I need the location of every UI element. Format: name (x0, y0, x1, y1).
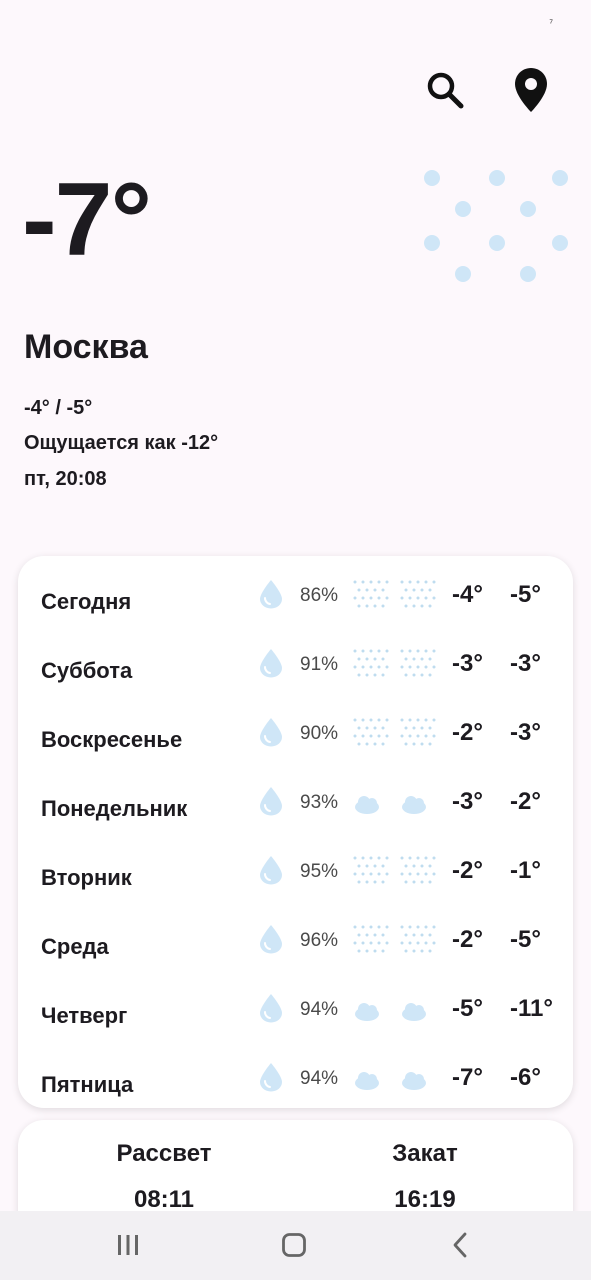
temp-range: -4° / -5° (24, 397, 93, 419)
forecast-day: Четверг (41, 1003, 128, 1028)
forecast-humidity: 94% (300, 999, 339, 1020)
forecast-low: -2° (510, 788, 541, 815)
system-nav-bar (0, 1211, 591, 1280)
back-icon (453, 1232, 467, 1258)
forecast-row[interactable]: Понедельник 93% -3° -2° (18, 773, 573, 821)
sunrise-block: Рассвет 08:11 (64, 1140, 264, 1214)
forecast-day: Суббота (41, 658, 133, 683)
snow-icon (353, 718, 389, 746)
forecast-high: -5° (452, 995, 483, 1022)
sunset-label: Закат (392, 1140, 458, 1167)
cloudy-night-icon (355, 792, 382, 814)
back-button[interactable] (430, 1220, 490, 1270)
forecast-day: Среда (41, 934, 109, 959)
forecast-humidity: 95% (300, 861, 339, 882)
date-time: пт, 20:08 (24, 468, 107, 490)
snow-icon (400, 580, 436, 608)
forecast-low: -5° (510, 581, 541, 608)
humidity-drop-icon (260, 994, 282, 1023)
snow-icon (400, 856, 436, 884)
humidity-drop-icon (260, 649, 282, 678)
forecast-humidity: 93% (300, 792, 339, 813)
city-name: Москва (24, 328, 148, 366)
forecast-humidity: 90% (300, 723, 339, 744)
sunrise-label: Рассвет (116, 1140, 212, 1167)
location-button[interactable] (507, 64, 555, 116)
forecast-row[interactable]: Суббота 91% -3° -3° (18, 635, 573, 683)
forecast-row[interactable]: Среда 96% -2° -5° (18, 911, 573, 959)
forecast-high: -2° (452, 719, 483, 746)
forecast-row[interactable]: Вторник 95% -2° -1° (18, 842, 573, 890)
sunset-time: 16:19 (394, 1186, 456, 1213)
snow-icon (400, 718, 436, 746)
forecast-day: Вторник (41, 865, 132, 890)
forecast-high: -2° (452, 857, 483, 884)
forecast-low: -5° (510, 926, 541, 953)
forecast-row[interactable]: Пятница 94% -7° -6° (18, 1049, 573, 1097)
forecast-low: -3° (510, 719, 541, 746)
forecast-humidity: 94% (300, 1068, 339, 1089)
forecast-day: Пятница (41, 1072, 134, 1097)
humidity-drop-icon (260, 718, 282, 747)
search-icon (427, 72, 464, 109)
home-icon (282, 1233, 306, 1257)
status-bar: ⁷ (0, 0, 591, 44)
sunset-block: Закат 16:19 (325, 1140, 525, 1214)
snow-icon (353, 856, 389, 884)
forecast-day: Воскресенье (41, 727, 183, 752)
humidity-drop-icon (260, 1063, 282, 1092)
recents-icon (118, 1235, 138, 1255)
forecast-humidity: 96% (300, 930, 339, 951)
forecast-low: -6° (510, 1064, 541, 1091)
home-button[interactable] (264, 1220, 324, 1270)
feels-like: Ощущается как -12° (24, 432, 219, 454)
humidity-drop-icon (260, 856, 282, 885)
humidity-drop-icon (260, 580, 282, 609)
snow-icon (400, 925, 436, 953)
forecast-low: -11° (510, 995, 553, 1022)
forecast-low: -3° (510, 650, 541, 677)
forecast-card: Сегодня 86% -4° -5° Суббота 91% -3° -3° Воскресе… (18, 556, 573, 1108)
sunrise-time: 08:11 (133, 1186, 195, 1213)
forecast-row[interactable]: Воскресенье 90% -2° -3° (18, 704, 573, 752)
current-temperature: -7° (22, 162, 152, 278)
forecast-low: -1° (510, 857, 541, 884)
forecast-high: -7° (452, 1064, 483, 1091)
snow-icon (353, 925, 389, 953)
forecast-high: -2° (452, 926, 483, 953)
forecast-high: -3° (452, 650, 483, 677)
cloudy-night-icon (402, 999, 429, 1021)
cloudy-night-icon (355, 999, 382, 1021)
signal-icon: ⁷ (549, 18, 553, 29)
forecast-day: Понедельник (41, 796, 188, 821)
cloudy-night-icon (402, 1068, 429, 1090)
cloudy-night-icon (355, 1068, 382, 1090)
snow-icon (424, 170, 568, 282)
snow-icon (353, 580, 389, 608)
top-actions (421, 64, 555, 116)
forecast-humidity: 86% (300, 585, 339, 606)
forecast-high: -3° (452, 788, 483, 815)
forecast-humidity: 91% (300, 654, 339, 675)
humidity-drop-icon (260, 787, 282, 816)
snow-icon (353, 649, 389, 677)
forecast-row[interactable]: Четверг 94% -5° -11° (18, 980, 573, 1028)
recents-button[interactable] (98, 1220, 158, 1270)
location-pin-icon (515, 68, 547, 112)
forecast-row[interactable]: Сегодня 86% -4° -5° (18, 566, 573, 614)
forecast-day: Сегодня (41, 589, 132, 614)
forecast-high: -4° (452, 581, 483, 608)
snow-icon (400, 649, 436, 677)
cloudy-night-icon (402, 792, 429, 814)
humidity-drop-icon (260, 925, 282, 954)
search-button[interactable] (421, 64, 469, 116)
